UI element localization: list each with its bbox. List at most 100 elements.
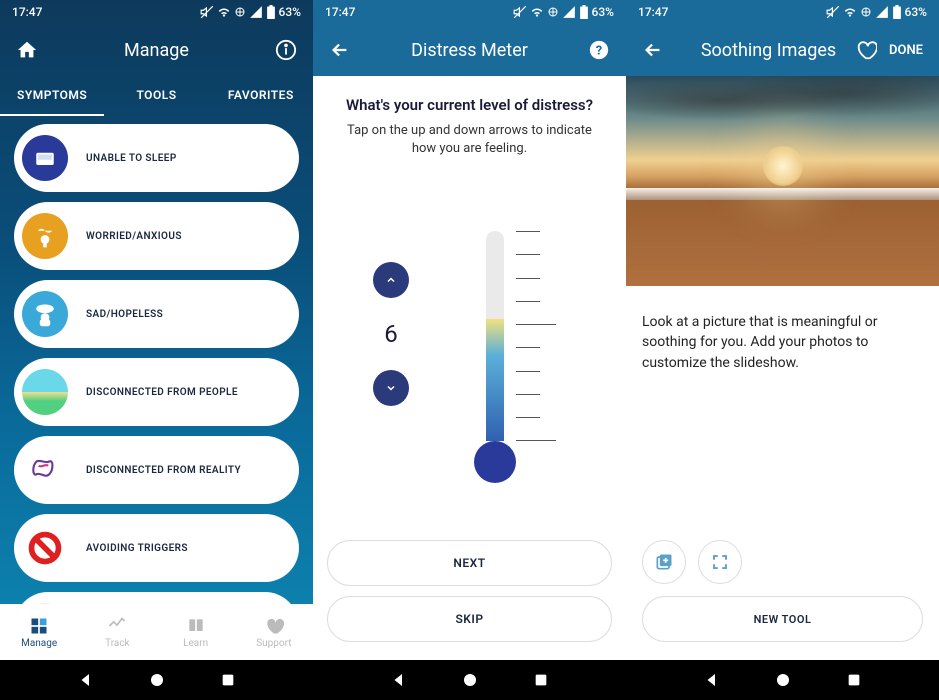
page-title: Soothing Images — [682, 40, 855, 61]
system-nav — [0, 660, 313, 700]
back-nav-icon[interactable] — [390, 671, 408, 689]
status-time: 17:47 — [325, 5, 355, 19]
network-icon — [234, 6, 246, 18]
status-bar: 17:47 63% — [626, 0, 939, 24]
symptom-item-people[interactable]: DISCONNECTED FROM PEOPLE — [14, 358, 299, 426]
system-nav — [626, 660, 939, 700]
status-time: 17:47 — [12, 5, 42, 19]
symptom-label: DISCONNECTED FROM REALITY — [86, 465, 241, 476]
page-title: Manage — [56, 40, 257, 61]
wifi-icon — [530, 5, 544, 19]
back-icon[interactable] — [642, 39, 664, 61]
wifi-icon — [843, 5, 857, 19]
up-arrow-button[interactable] — [373, 262, 409, 298]
battery-percent: 63% — [279, 5, 301, 19]
anxious-icon — [22, 213, 68, 259]
thermometer — [486, 231, 504, 481]
symptom-item-anxious[interactable]: WORRIED/ANXIOUS — [14, 202, 299, 270]
next-button[interactable]: NEXT — [327, 540, 612, 586]
recent-nav-icon[interactable] — [220, 672, 236, 688]
down-arrow-button[interactable] — [373, 370, 409, 406]
back-icon[interactable] — [329, 39, 351, 61]
battery-percent: 63% — [592, 5, 614, 19]
system-nav — [313, 660, 626, 700]
recent-nav-icon[interactable] — [533, 672, 549, 688]
book-icon — [186, 616, 206, 636]
nav-label: Track — [105, 638, 130, 649]
battery-icon — [266, 5, 276, 19]
nav-label: Support — [256, 638, 291, 649]
no-icon — [22, 525, 68, 571]
tab-symptoms[interactable]: SYMPTOMS — [0, 76, 104, 116]
page-title: Distress Meter — [369, 40, 570, 61]
symptom-item-partial[interactable] — [14, 592, 299, 604]
nav-learn[interactable]: Learn — [157, 604, 235, 660]
recent-nav-icon[interactable] — [846, 672, 862, 688]
status-bar: 17:47 63% — [313, 0, 626, 24]
soothing-image — [626, 76, 939, 286]
distress-level: 6 — [384, 312, 398, 356]
nav-track[interactable]: Track — [78, 604, 156, 660]
symptom-item-reality[interactable]: DISCONNECTED FROM REALITY — [14, 436, 299, 504]
network-icon — [860, 6, 872, 18]
mute-icon — [826, 5, 840, 19]
symptom-list: UNABLE TO SLEEP WORRIED/ANXIOUS SAD/HOPE… — [0, 116, 313, 604]
grid-icon — [29, 616, 49, 636]
symptom-label: UNABLE TO SLEEP — [86, 153, 177, 164]
sad-icon — [22, 291, 68, 337]
home-nav-icon[interactable] — [461, 671, 479, 689]
symptom-item-triggers[interactable]: AVOIDING TRIGGERS — [14, 514, 299, 582]
signal-icon — [562, 5, 576, 19]
fullscreen-button[interactable] — [698, 540, 742, 584]
app-bar: Soothing Images DONE — [626, 24, 939, 76]
bottom-nav: Manage Track Learn Support — [0, 604, 313, 660]
favorite-icon[interactable] — [855, 39, 877, 61]
home-nav-icon[interactable] — [148, 671, 166, 689]
tabs: SYMPTOMS TOOLS FAVORITES — [0, 76, 313, 116]
battery-icon — [892, 5, 902, 19]
track-icon — [107, 616, 127, 636]
abstract-icon — [22, 447, 68, 493]
status-time: 17:47 — [638, 5, 668, 19]
symptom-label: AVOIDING TRIGGERS — [86, 543, 188, 554]
mute-icon — [513, 5, 527, 19]
beach-icon — [22, 369, 68, 415]
skip-button[interactable]: SKIP — [327, 596, 612, 642]
home-nav-icon[interactable] — [774, 671, 792, 689]
signal-icon — [249, 5, 263, 19]
back-nav-icon[interactable] — [703, 671, 721, 689]
symptom-label: WORRIED/ANXIOUS — [86, 231, 182, 242]
symptom-label: DISCONNECTED FROM PEOPLE — [86, 387, 238, 398]
home-icon[interactable] — [16, 39, 38, 61]
app-bar: Manage — [0, 24, 313, 76]
new-tool-button[interactable]: NEW TOOL — [642, 596, 923, 642]
nav-label: Learn — [183, 638, 208, 649]
mute-icon — [200, 5, 214, 19]
tab-favorites[interactable]: FAVORITES — [209, 76, 313, 116]
symptom-label: SAD/HOPELESS — [86, 309, 163, 320]
add-image-button[interactable] — [642, 540, 686, 584]
symptom-item-sleep[interactable]: UNABLE TO SLEEP — [14, 124, 299, 192]
wifi-icon — [217, 5, 231, 19]
done-button[interactable]: DONE — [889, 43, 923, 58]
instruction-text: Tap on the up and down arrows to indicat… — [327, 122, 612, 158]
network-icon — [547, 6, 559, 18]
app-bar: Distress Meter ? — [313, 24, 626, 76]
nav-label: Manage — [21, 638, 57, 649]
back-nav-icon[interactable] — [77, 671, 95, 689]
svg-text:?: ? — [596, 44, 602, 59]
question-text: What's your current level of distress? — [327, 96, 612, 114]
nav-support[interactable]: Support — [235, 604, 313, 660]
tab-tools[interactable]: TOOLS — [104, 76, 208, 116]
info-icon[interactable] — [275, 39, 297, 61]
status-bar: 17:47 63% — [0, 0, 313, 24]
description-text: Look at a picture that is meaningful or … — [642, 312, 923, 373]
battery-percent: 63% — [905, 5, 927, 19]
nav-manage[interactable]: Manage — [0, 604, 78, 660]
help-icon[interactable]: ? — [588, 39, 610, 61]
heart-icon — [264, 616, 284, 636]
sleep-icon — [22, 135, 68, 181]
battery-icon — [579, 5, 589, 19]
signal-icon — [875, 5, 889, 19]
symptom-item-sad[interactable]: SAD/HOPELESS — [14, 280, 299, 348]
